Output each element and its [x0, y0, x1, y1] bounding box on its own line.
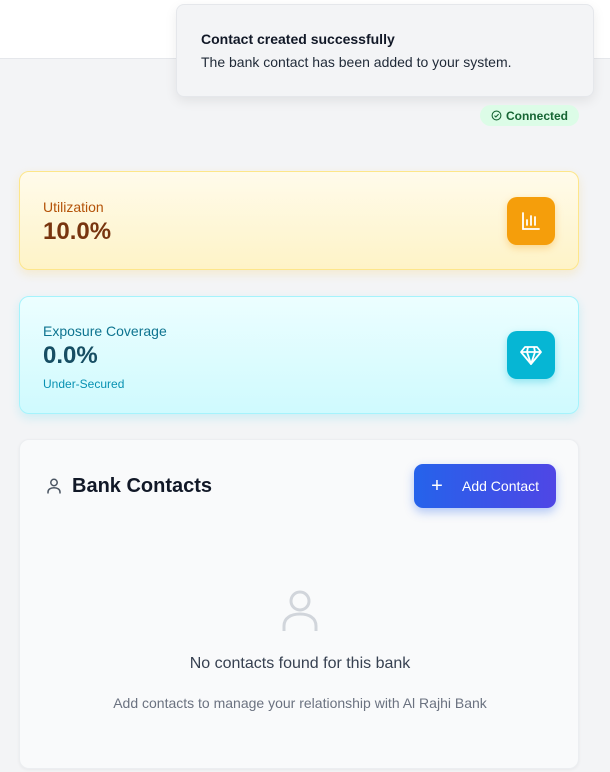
contacts-title: Bank Contacts	[72, 475, 213, 497]
empty-state-title: No contacts found for this bank	[189, 655, 411, 672]
exposure-card: Exposure Coverage 0.0% Under-Secured	[19, 296, 579, 414]
exposure-subtext: Under-Secured	[43, 377, 125, 391]
utilization-value: 10.0%	[43, 218, 112, 245]
exposure-icon-box	[507, 331, 555, 379]
toast-description: The bank contact has been added to your …	[201, 54, 512, 70]
exposure-label: Exposure Coverage	[43, 323, 167, 339]
status-badge: Connected	[480, 105, 579, 126]
status-label: Connected	[505, 108, 568, 123]
utilization-icon-box	[507, 197, 555, 245]
bank-contacts-card: Bank Contacts + Add Contact No contacts …	[19, 439, 579, 769]
toast-title: Contact created successfully	[201, 31, 395, 47]
exposure-value: 0.0%	[43, 342, 98, 369]
check-circle-icon	[491, 110, 502, 121]
empty-user-icon	[282, 590, 318, 631]
success-toast: Contact created successfully The bank co…	[176, 4, 594, 97]
utilization-card: Utilization 10.0%	[19, 171, 579, 270]
plus-icon: +	[431, 475, 443, 497]
bar-chart-icon	[522, 212, 540, 230]
empty-state-description: Add contacts to manage your relationship…	[113, 695, 487, 711]
diamond-icon	[520, 346, 542, 365]
add-contact-label: Add Contact	[462, 478, 540, 494]
user-icon	[47, 478, 61, 494]
utilization-label: Utilization	[43, 199, 104, 215]
add-contact-button[interactable]: + Add Contact	[414, 464, 556, 508]
